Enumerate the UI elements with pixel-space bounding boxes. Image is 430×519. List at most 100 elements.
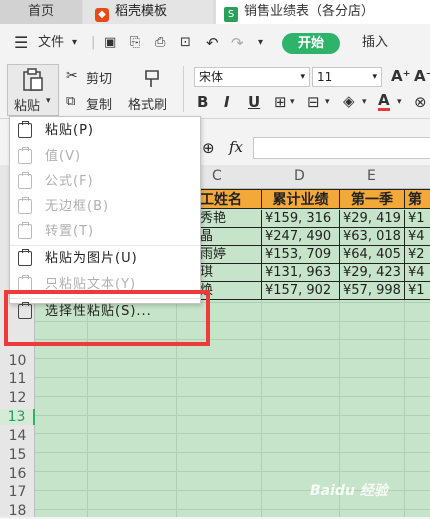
- table-cell[interactable]: 秀艳: [196, 210, 262, 228]
- menu-item-label: 值(V): [45, 149, 82, 164]
- save-icon[interactable]: ▣: [104, 24, 116, 62]
- undo-icon[interactable]: ↶: [206, 24, 219, 62]
- font-name-value: 宋体: [199, 70, 224, 84]
- border-icon[interactable]: ⊞: [274, 93, 287, 111]
- tab-sheet-label: 销售业绩表（各分店）: [244, 4, 375, 19]
- table-cell[interactable]: ¥1: [404, 210, 430, 228]
- formula-input[interactable]: [253, 137, 430, 159]
- clipboard-icon: [18, 172, 32, 189]
- row-number[interactable]: 11: [0, 371, 35, 387]
- tab-template-label: 稻壳模板: [115, 4, 168, 19]
- row-number[interactable]: 13: [0, 409, 35, 425]
- bold-button[interactable]: B: [197, 93, 208, 111]
- table-cell[interactable]: ¥2: [404, 246, 430, 264]
- table-cell[interactable]: ¥247, 490: [261, 228, 340, 246]
- print-preview-icon[interactable]: ⊡: [180, 24, 191, 62]
- chevron-down-icon[interactable]: ▾: [362, 97, 367, 107]
- column-header[interactable]: D: [294, 168, 305, 184]
- row-number[interactable]: 15: [0, 447, 35, 463]
- paste-as-picture-option[interactable]: 粘贴为图片(U): [10, 246, 200, 271]
- ribbon: 粘贴 ▾ ✂ 剪切 ⧉ 复制 格式刷 宋体 ▾ 11 ▾ A⁺ A⁻ B I U ⊞…: [0, 62, 430, 118]
- grid-row-line: [0, 414, 430, 416]
- zoom-search-icon[interactable]: ⊕: [202, 139, 215, 157]
- menu-icon[interactable]: ☰: [14, 24, 28, 62]
- copy-button[interactable]: 复制: [86, 94, 112, 113]
- table-cell[interactable]: ¥64, 405: [339, 246, 405, 264]
- fx-icon[interactable]: fx: [229, 138, 243, 156]
- clipboard-icon: [18, 121, 32, 138]
- export-pdf-icon[interactable]: ⎘: [130, 24, 140, 62]
- clipboard-icon: [18, 249, 32, 266]
- chevron-down-icon[interactable]: ▾: [72, 24, 77, 62]
- chevron-down-icon[interactable]: ▾: [290, 97, 295, 107]
- spreadsheet-logo-icon: S: [224, 7, 238, 22]
- menu-item-label: 粘贴为图片(U): [45, 251, 138, 266]
- table-cell[interactable]: 雨婷: [196, 246, 262, 264]
- table-cell[interactable]: ¥63, 018: [339, 228, 405, 246]
- column-header[interactable]: E: [367, 168, 376, 184]
- grid-row-line: [0, 358, 430, 360]
- fill-color-icon[interactable]: ◈: [343, 92, 355, 110]
- paste-dropdown-menu: 粘贴(P) 值(V) 公式(F) 无边框(B) 转置(T) 粘贴为图片(U) 只粘贴文本(Y…: [9, 116, 201, 319]
- tab-start[interactable]: 开始: [282, 33, 340, 54]
- tab-home[interactable]: 首页: [0, 0, 82, 24]
- clipboard-icon: [23, 68, 43, 91]
- column-header[interactable]: C: [212, 168, 222, 184]
- row-number[interactable]: 14: [0, 428, 35, 444]
- table-cell[interactable]: ¥153, 709: [261, 246, 340, 264]
- table-header: 工姓名: [196, 189, 262, 209]
- paste-no-border-option[interactable]: 无边框(B): [10, 194, 200, 219]
- grid-row-line: [0, 433, 430, 435]
- table-cell[interactable]: ¥4: [404, 264, 430, 282]
- tab-insert[interactable]: 插入: [362, 24, 388, 62]
- chevron-down-icon[interactable]: ▾: [325, 97, 330, 107]
- print-icon[interactable]: ⎙: [155, 24, 165, 62]
- grow-font-button[interactable]: A⁺: [391, 67, 411, 85]
- redo-icon[interactable]: ↷: [231, 24, 244, 62]
- table-cell[interactable]: ¥29, 423: [339, 264, 405, 282]
- paste-values-option[interactable]: 值(V): [10, 144, 200, 169]
- tab-sales-sheet[interactable]: S 销售业绩表（各分店）: [216, 0, 430, 24]
- copy-icon: ⧉: [66, 94, 76, 109]
- file-menu[interactable]: 文件: [38, 24, 64, 62]
- shrink-font-button[interactable]: A⁻: [414, 67, 430, 85]
- paste-transpose-option[interactable]: 转置(T): [10, 219, 200, 244]
- paste-label: 粘贴: [14, 99, 41, 114]
- merge-cells-icon[interactable]: ⊟: [307, 93, 320, 111]
- divider: |: [91, 35, 96, 50]
- table-cell[interactable]: ¥1: [404, 282, 430, 300]
- italic-button[interactable]: I: [224, 93, 230, 111]
- table-cell[interactable]: ¥157, 902: [261, 282, 340, 300]
- font-color-icon[interactable]: A: [378, 93, 390, 111]
- tab-docer-template[interactable]: ◆ 稻壳模板: [83, 0, 213, 24]
- cut-button[interactable]: 剪切: [86, 68, 112, 87]
- menu-row: ☰ 文件 ▾ | ▣ ⎘ ⎙ ⊡ ↶ ↷ ▾ 开始 插入: [0, 24, 430, 62]
- font-name-select[interactable]: 宋体 ▾: [194, 67, 310, 87]
- table-cell[interactable]: ¥4: [404, 228, 430, 246]
- chevron-down-icon[interactable]: ▾: [397, 97, 402, 107]
- tab-bar: 首页 ◆ 稻壳模板 S 销售业绩表（各分店）: [0, 0, 430, 24]
- paste-formula-option[interactable]: 公式(F): [10, 169, 200, 194]
- table-header: 累计业绩: [261, 189, 340, 209]
- row-number[interactable]: 16: [0, 466, 35, 482]
- table-cell[interactable]: ¥57, 998: [339, 282, 405, 300]
- underline-button[interactable]: U: [248, 93, 260, 111]
- format-painter-button[interactable]: 格式刷: [128, 94, 167, 113]
- font-size-value: 11: [317, 70, 333, 84]
- quick-access-dropdown-icon[interactable]: ▾: [258, 24, 263, 62]
- clipboard-icon: [18, 197, 32, 214]
- clear-format-icon[interactable]: ⊗: [414, 93, 427, 111]
- table-cell[interactable]: ¥29, 419: [339, 210, 405, 228]
- table-cell[interactable]: ¥159, 316: [261, 210, 340, 228]
- row-number[interactable]: 17: [0, 484, 35, 500]
- paste-option[interactable]: 粘贴(P): [10, 118, 200, 143]
- table-cell[interactable]: ¥131, 963: [261, 264, 340, 282]
- font-size-select[interactable]: 11 ▾: [312, 67, 382, 87]
- scissors-icon: ✂: [66, 68, 78, 84]
- table-cell[interactable]: 琪: [196, 264, 262, 282]
- clipboard-icon: [18, 222, 32, 239]
- paste-button[interactable]: 粘贴 ▾: [7, 64, 59, 116]
- row-number[interactable]: 12: [0, 390, 35, 406]
- table-cell[interactable]: 晶: [196, 228, 262, 246]
- row-number[interactable]: 10: [0, 353, 35, 369]
